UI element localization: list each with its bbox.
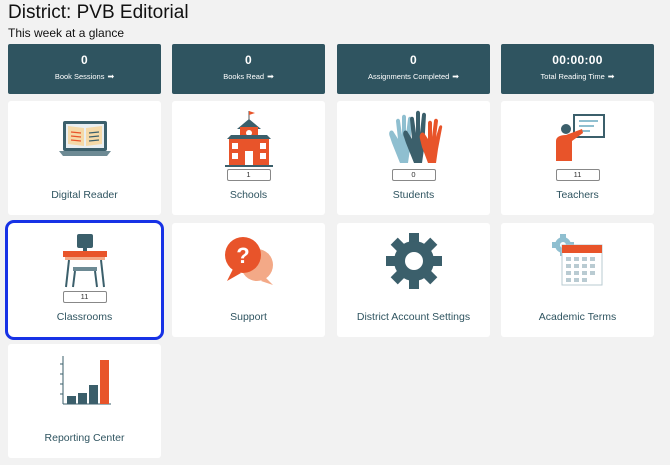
schools-count: 1 — [226, 169, 271, 181]
stat-label: Total Reading Time — [540, 72, 605, 81]
tile-support[interactable]: ? Support — [172, 223, 325, 337]
stat-books-read[interactable]: 0 Books Read ➡ — [172, 44, 325, 94]
tile-reporting-center[interactable]: Reporting Center — [8, 344, 161, 458]
tile-label: Students — [392, 189, 435, 201]
page-title: District: PVB Editorial — [8, 2, 189, 23]
stat-value: 0 — [245, 53, 252, 67]
gear-icon — [337, 231, 490, 291]
question-bubbles-icon: ? — [172, 231, 325, 291]
tile-classrooms[interactable]: 11 Classrooms — [5, 220, 164, 340]
stat-total-reading-time[interactable]: 00:00:00 Total Reading Time ➡ — [501, 44, 654, 94]
tile-label: Schools — [229, 189, 268, 201]
teacher-icon — [501, 109, 654, 169]
tile-students[interactable]: 0 Students — [337, 101, 490, 215]
tile-label: Digital Reader — [51, 189, 118, 201]
arrow-right-icon: ➡ — [452, 72, 459, 81]
tile-digital-reader[interactable]: Digital Reader — [8, 101, 161, 215]
stat-value: 0 — [81, 53, 88, 67]
tile-academic-terms[interactable]: Academic Terms — [501, 223, 654, 337]
tile-label: Reporting Center — [44, 432, 125, 444]
stat-assignments-completed[interactable]: 0 Assignments Completed ➡ — [337, 44, 490, 94]
bar-chart-icon — [8, 352, 161, 412]
tile-district-account-settings[interactable]: District Account Settings — [337, 223, 490, 337]
arrow-right-icon: ➡ — [607, 72, 615, 81]
students-count: 0 — [391, 169, 436, 181]
tile-teachers[interactable]: 11 Teachers — [501, 101, 654, 215]
tile-schools[interactable]: 1 Schools — [172, 101, 325, 215]
raised-hands-icon — [337, 109, 490, 169]
tile-label: Teachers — [556, 189, 599, 201]
tile-label: Classrooms — [56, 311, 113, 323]
classrooms-count: 11 — [62, 291, 107, 303]
stat-value: 00:00:00 — [552, 53, 603, 67]
stat-label: Book Sessions — [54, 72, 105, 81]
tile-label: District Account Settings — [356, 311, 471, 323]
desk-icon — [8, 231, 161, 291]
svg-text:?: ? — [236, 243, 249, 268]
calendar-icon — [501, 231, 654, 291]
arrow-right-icon: ➡ — [267, 72, 274, 81]
stat-book-sessions[interactable]: 0 Book Sessions ➡ — [8, 44, 161, 94]
page-subtitle: This week at a glance — [8, 26, 125, 40]
tile-label: Support — [230, 311, 267, 323]
digital-reader-icon — [8, 109, 161, 169]
teachers-count: 11 — [555, 169, 600, 181]
school-icon — [172, 109, 325, 169]
stat-label: Assignments Completed — [368, 72, 450, 81]
stat-value: 0 — [410, 53, 417, 67]
stat-label: Books Read — [223, 72, 265, 81]
arrow-right-icon: ➡ — [107, 72, 115, 81]
tile-label: Academic Terms — [538, 311, 617, 323]
